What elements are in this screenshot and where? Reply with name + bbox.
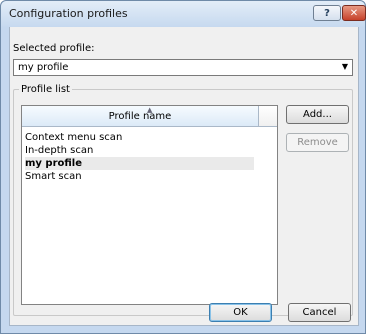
profile-list[interactable]: ▲ Profile name Context menu scan In-dept… xyxy=(21,105,278,305)
close-icon: ✕ xyxy=(349,7,359,19)
list-item[interactable]: Smart scan xyxy=(25,170,254,183)
cancel-button[interactable]: Cancel xyxy=(288,303,351,322)
list-item[interactable]: Context menu scan xyxy=(25,131,254,144)
selected-profile-label: Selected profile: xyxy=(13,43,95,54)
list-item[interactable]: In-depth scan xyxy=(25,144,254,157)
profile-list-group-label: Profile list xyxy=(19,84,72,95)
list-item-selected[interactable]: my profile xyxy=(25,157,254,170)
dialog-window: Configuration profiles ? ✕ Selected prof… xyxy=(0,0,366,334)
selected-profile-value: my profile xyxy=(18,62,69,73)
dialog-title: Configuration profiles xyxy=(9,7,128,20)
column-header-label: Profile name xyxy=(108,111,172,122)
profile-list-group: Profile list ▲ Profile name Context menu… xyxy=(13,84,353,316)
remove-button[interactable]: Remove xyxy=(286,133,349,152)
dialog-client-area: Selected profile: my profile ▼ Profile l… xyxy=(9,27,359,326)
selected-profile-dropdown[interactable]: my profile ▼ xyxy=(13,59,353,76)
add-button[interactable]: Add... xyxy=(286,105,349,124)
question-mark-icon: ? xyxy=(324,7,330,19)
help-button[interactable]: ? xyxy=(313,5,341,21)
close-button[interactable]: ✕ xyxy=(342,5,366,21)
ok-button[interactable]: OK xyxy=(209,303,272,322)
dropdown-arrow-icon[interactable]: ▼ xyxy=(342,62,348,71)
column-header-profile-name[interactable]: ▲ Profile name xyxy=(22,106,259,127)
title-bar[interactable]: Configuration profiles ? ✕ xyxy=(1,1,366,27)
column-header-filler xyxy=(259,106,277,127)
